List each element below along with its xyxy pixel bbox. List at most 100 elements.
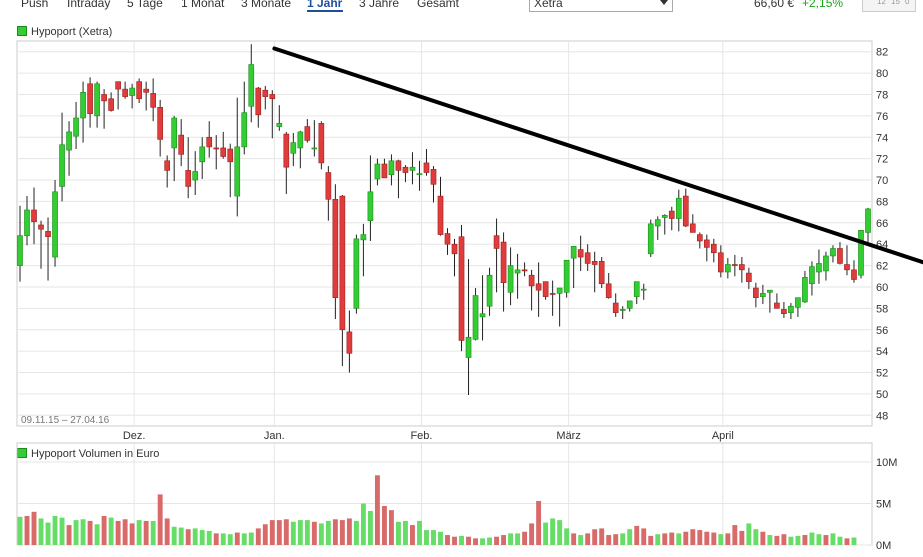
candle-body <box>830 248 836 257</box>
candle-body <box>115 81 121 90</box>
volume-bar <box>704 531 710 545</box>
volume-bar <box>648 535 654 545</box>
volume-bar <box>543 522 549 545</box>
y-tick-label: 72 <box>876 154 888 166</box>
candle-body <box>781 309 787 315</box>
candle-body <box>640 288 647 291</box>
candle-body <box>802 277 808 303</box>
volume-bar <box>851 537 857 545</box>
volume-bar <box>620 533 626 545</box>
volume-bar <box>774 535 780 545</box>
volume-bar <box>781 534 787 545</box>
volume-bar <box>304 520 310 545</box>
candle-body <box>788 305 794 313</box>
volume-bar <box>178 527 184 545</box>
volume-bar <box>473 538 478 545</box>
volume-bar <box>213 533 219 545</box>
candle-body <box>178 134 185 155</box>
volume-bar <box>73 520 79 545</box>
candle-body <box>136 81 142 100</box>
candle-body <box>753 287 759 298</box>
volume-bar <box>809 532 815 545</box>
candle-body <box>199 146 206 163</box>
volume-bar <box>655 534 661 545</box>
volume-bar <box>339 520 345 545</box>
volume-bar <box>599 528 605 545</box>
candle-body <box>31 209 37 223</box>
candle-body <box>619 309 626 311</box>
candle-body <box>858 229 864 276</box>
volume-bar <box>753 529 759 545</box>
volume-bar <box>795 535 801 545</box>
volume-bar <box>199 530 205 545</box>
volume-bar <box>452 536 457 545</box>
candle-body <box>725 264 731 273</box>
candle-body <box>304 126 311 141</box>
candle-body <box>374 163 381 180</box>
candle-body <box>486 274 493 307</box>
candle-body <box>423 162 430 173</box>
candle-body <box>746 272 752 282</box>
candle-body <box>851 269 857 280</box>
volume-bar <box>711 532 717 545</box>
volume-bar <box>325 520 331 545</box>
candle-body <box>388 160 395 175</box>
candle-body <box>241 112 248 148</box>
volume-bar <box>662 533 668 545</box>
candle-body <box>332 198 339 298</box>
volume-bar <box>122 519 128 545</box>
y-tick-label: 48 <box>876 410 888 422</box>
volume-bar <box>494 536 500 545</box>
volume-bar <box>676 533 682 545</box>
volume-bar <box>837 536 843 545</box>
volume-bar <box>276 520 282 545</box>
volume-bar <box>374 475 380 545</box>
candle-body <box>150 93 156 108</box>
candle-body <box>45 231 51 238</box>
candle-body <box>409 166 416 171</box>
price-plot-area <box>16 40 873 427</box>
candle-body <box>458 236 465 341</box>
candle-body <box>437 195 444 235</box>
volume-bar <box>627 529 633 545</box>
y-tick-label: 78 <box>876 89 888 101</box>
candle-body <box>809 266 815 285</box>
volume-bar <box>87 520 93 545</box>
y-tick-label: 52 <box>876 368 888 380</box>
volume-bar <box>367 510 373 545</box>
stock-chart: 485052545658606264666870727476788082Dez.… <box>16 40 923 552</box>
x-tick-label: März <box>556 430 580 442</box>
volume-bar <box>746 523 752 545</box>
candle-body <box>675 197 682 219</box>
candle-body <box>101 94 107 102</box>
y-tick-label: 66 <box>876 218 888 230</box>
y-tick-label: 54 <box>876 346 888 358</box>
candle-body <box>626 300 633 309</box>
candle-body <box>837 248 843 264</box>
y-tick-label: 62 <box>876 261 888 273</box>
candle-body <box>696 234 703 242</box>
volume-bar <box>641 528 647 545</box>
candle-body <box>521 269 528 272</box>
candle-body <box>157 107 163 140</box>
volume-bar <box>353 520 359 545</box>
candle-body <box>185 170 192 187</box>
volume-bar <box>381 505 387 545</box>
candle-body <box>353 238 360 309</box>
volume-bar <box>17 516 23 545</box>
volume-bar <box>129 523 135 545</box>
volume-bar <box>683 531 689 545</box>
y-tick-label: 80 <box>876 68 888 80</box>
volume-bar <box>515 533 521 545</box>
candle-body <box>276 123 283 127</box>
candle-body <box>465 336 472 358</box>
volume-bar <box>802 535 808 545</box>
y-tick-label: 68 <box>876 196 888 208</box>
volume-bar <box>318 523 324 545</box>
volume-y-tick-label: 10M <box>876 457 897 469</box>
x-tick-label: April <box>712 430 734 442</box>
volume-bar <box>136 520 142 545</box>
volume-bar <box>297 520 303 545</box>
volume-bar <box>360 503 366 545</box>
volume-bar <box>206 530 212 545</box>
